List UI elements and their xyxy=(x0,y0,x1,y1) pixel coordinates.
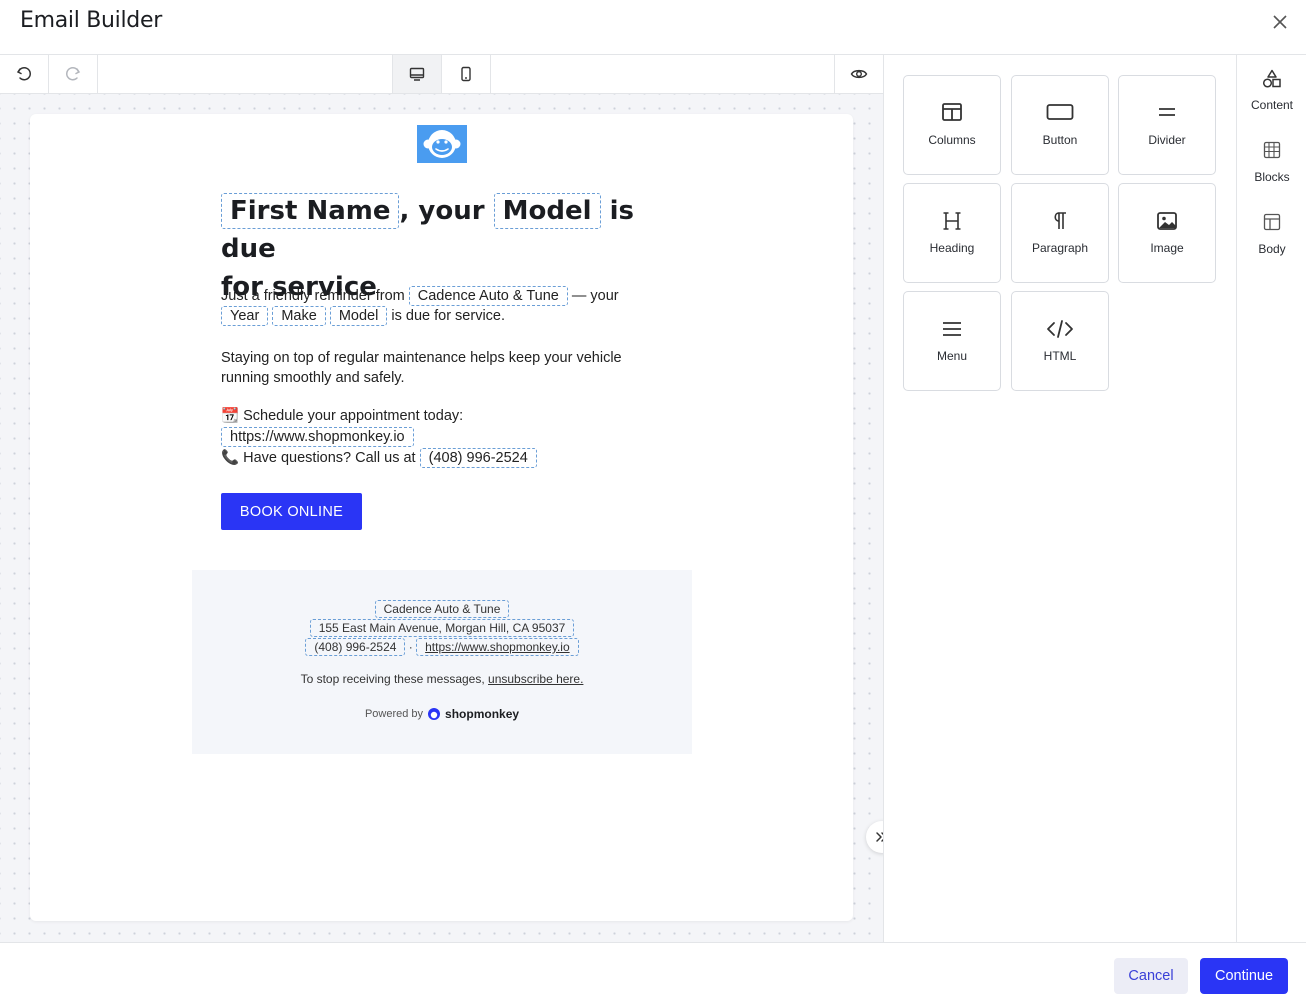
tile-button[interactable]: Button xyxy=(1011,75,1109,175)
modal-footer: Cancel Continue xyxy=(0,942,1306,1008)
tab-label: Body xyxy=(1258,242,1286,256)
merge-tag-model[interactable]: Model xyxy=(329,306,388,326)
paragraph-text: Schedule your appointment today: xyxy=(243,408,464,424)
tile-columns[interactable]: Columns xyxy=(903,75,1001,175)
merge-tag-make[interactable]: Make xyxy=(272,306,326,326)
merge-tag-address[interactable]: 155 East Main Avenue, Morgan Hill, CA 95… xyxy=(309,619,575,637)
merge-tag-year[interactable]: Year xyxy=(221,306,269,326)
shopmonkey-logo-icon xyxy=(428,708,441,720)
image-icon xyxy=(1157,212,1177,230)
tile-html[interactable]: HTML xyxy=(1011,291,1109,391)
tab-label: Content xyxy=(1250,98,1294,112)
close-icon xyxy=(1273,15,1287,29)
merge-tag-phone[interactable]: (408) 996-2524 xyxy=(305,638,406,656)
shop-logo[interactable] xyxy=(417,125,467,163)
footer-separator: · xyxy=(408,640,413,654)
headline-text: , your xyxy=(399,196,485,226)
modal-header: Email Builder xyxy=(0,0,1306,55)
merge-tag-website[interactable]: https://www.shopmonkey.io xyxy=(221,427,414,447)
unsubscribe-text: To stop receiving these messages, xyxy=(300,672,485,686)
columns-icon xyxy=(942,103,962,121)
tile-menu[interactable]: Menu xyxy=(903,291,1001,391)
tile-paragraph[interactable]: Paragraph xyxy=(1011,183,1109,283)
merge-tag-shop-name[interactable]: Cadence Auto & Tune xyxy=(374,600,510,618)
paragraph-text: Just a friendly reminder from xyxy=(221,288,405,304)
shapes-icon xyxy=(1262,69,1281,88)
close-button[interactable] xyxy=(1268,10,1292,34)
reminder-paragraph[interactable]: Just a friendly reminder from Cadence Au… xyxy=(221,286,661,326)
calendar-icon: 📆 xyxy=(221,408,240,424)
page-title: Email Builder xyxy=(20,8,162,33)
desktop-view-button[interactable] xyxy=(393,55,441,93)
content-panel: Columns Button Divider Heading Paragraph… xyxy=(883,55,1236,942)
book-online-button[interactable]: BOOK ONLINE xyxy=(221,493,362,530)
tile-label: Button xyxy=(1042,133,1078,147)
maintenance-paragraph[interactable]: Staying on top of regular maintenance he… xyxy=(221,348,651,388)
body-icon xyxy=(1263,213,1281,231)
tile-label: HTML xyxy=(1043,349,1077,363)
email-preview[interactable]: First Name, your Model is due for servic… xyxy=(30,114,853,921)
divider-icon xyxy=(1159,108,1175,116)
tile-label: Menu xyxy=(936,349,968,363)
monkey-logo-icon xyxy=(423,130,461,158)
undo-icon xyxy=(16,67,31,81)
eye-icon xyxy=(850,69,868,79)
heading-icon xyxy=(943,212,961,230)
brand-name: shopmonkey xyxy=(445,707,520,721)
tile-image[interactable]: Image xyxy=(1118,183,1216,283)
merge-tag-first-name[interactable]: First Name xyxy=(221,193,400,229)
tile-label: Heading xyxy=(929,241,975,255)
undo-button[interactable] xyxy=(0,55,48,93)
editor-toolbar xyxy=(0,55,883,94)
desktop-icon xyxy=(409,67,425,81)
continue-button[interactable]: Continue xyxy=(1200,958,1288,994)
merge-tag-phone[interactable]: (408) 996-2524 xyxy=(419,448,537,468)
tile-label: Columns xyxy=(928,133,976,147)
tile-label: Divider xyxy=(1148,133,1186,147)
paragraph-text: Have questions? Call us at xyxy=(243,450,416,466)
mobile-icon xyxy=(461,66,471,82)
mobile-view-button[interactable] xyxy=(442,55,490,93)
merge-tag-shop[interactable]: Cadence Auto & Tune xyxy=(408,286,568,306)
menu-icon xyxy=(943,322,961,336)
paragraph-icon xyxy=(1054,212,1066,229)
contact-paragraph[interactable]: 📆 Schedule your appointment today: https… xyxy=(221,406,661,469)
tile-divider[interactable]: Divider xyxy=(1118,75,1216,175)
side-tabs: Content Blocks Body xyxy=(1236,55,1306,942)
blocks-icon xyxy=(1263,141,1281,159)
tile-label: Image xyxy=(1150,241,1184,255)
unsubscribe-link[interactable]: unsubscribe here. xyxy=(488,672,583,686)
redo-button[interactable] xyxy=(49,55,97,93)
merge-tag-website[interactable]: https://www.shopmonkey.io xyxy=(416,638,579,656)
phone-icon: 📞 xyxy=(221,450,240,466)
tab-label: Blocks xyxy=(1254,170,1290,184)
cancel-button[interactable]: Cancel xyxy=(1114,958,1188,994)
powered-by-text: Powered by xyxy=(364,708,424,720)
tile-heading[interactable]: Heading xyxy=(903,183,1001,283)
email-footer[interactable]: Cadence Auto & Tune 155 East Main Avenue… xyxy=(192,570,692,754)
website-link[interactable]: https://www.shopmonkey.io xyxy=(425,640,570,654)
button-icon xyxy=(1046,104,1074,120)
tab-content[interactable]: Content xyxy=(1237,55,1306,127)
preview-button[interactable] xyxy=(835,55,883,93)
redo-icon xyxy=(66,67,81,81)
paragraph-text: — your xyxy=(571,288,619,304)
code-icon xyxy=(1047,320,1073,338)
paragraph-text: is due for service. xyxy=(391,308,506,324)
editor-canvas: First Name, your Model is due for servic… xyxy=(0,94,883,942)
merge-tag-model[interactable]: Model xyxy=(493,193,601,229)
tab-body[interactable]: Body xyxy=(1237,199,1306,271)
tab-blocks[interactable]: Blocks xyxy=(1237,127,1306,199)
tile-label: Paragraph xyxy=(1031,241,1089,255)
